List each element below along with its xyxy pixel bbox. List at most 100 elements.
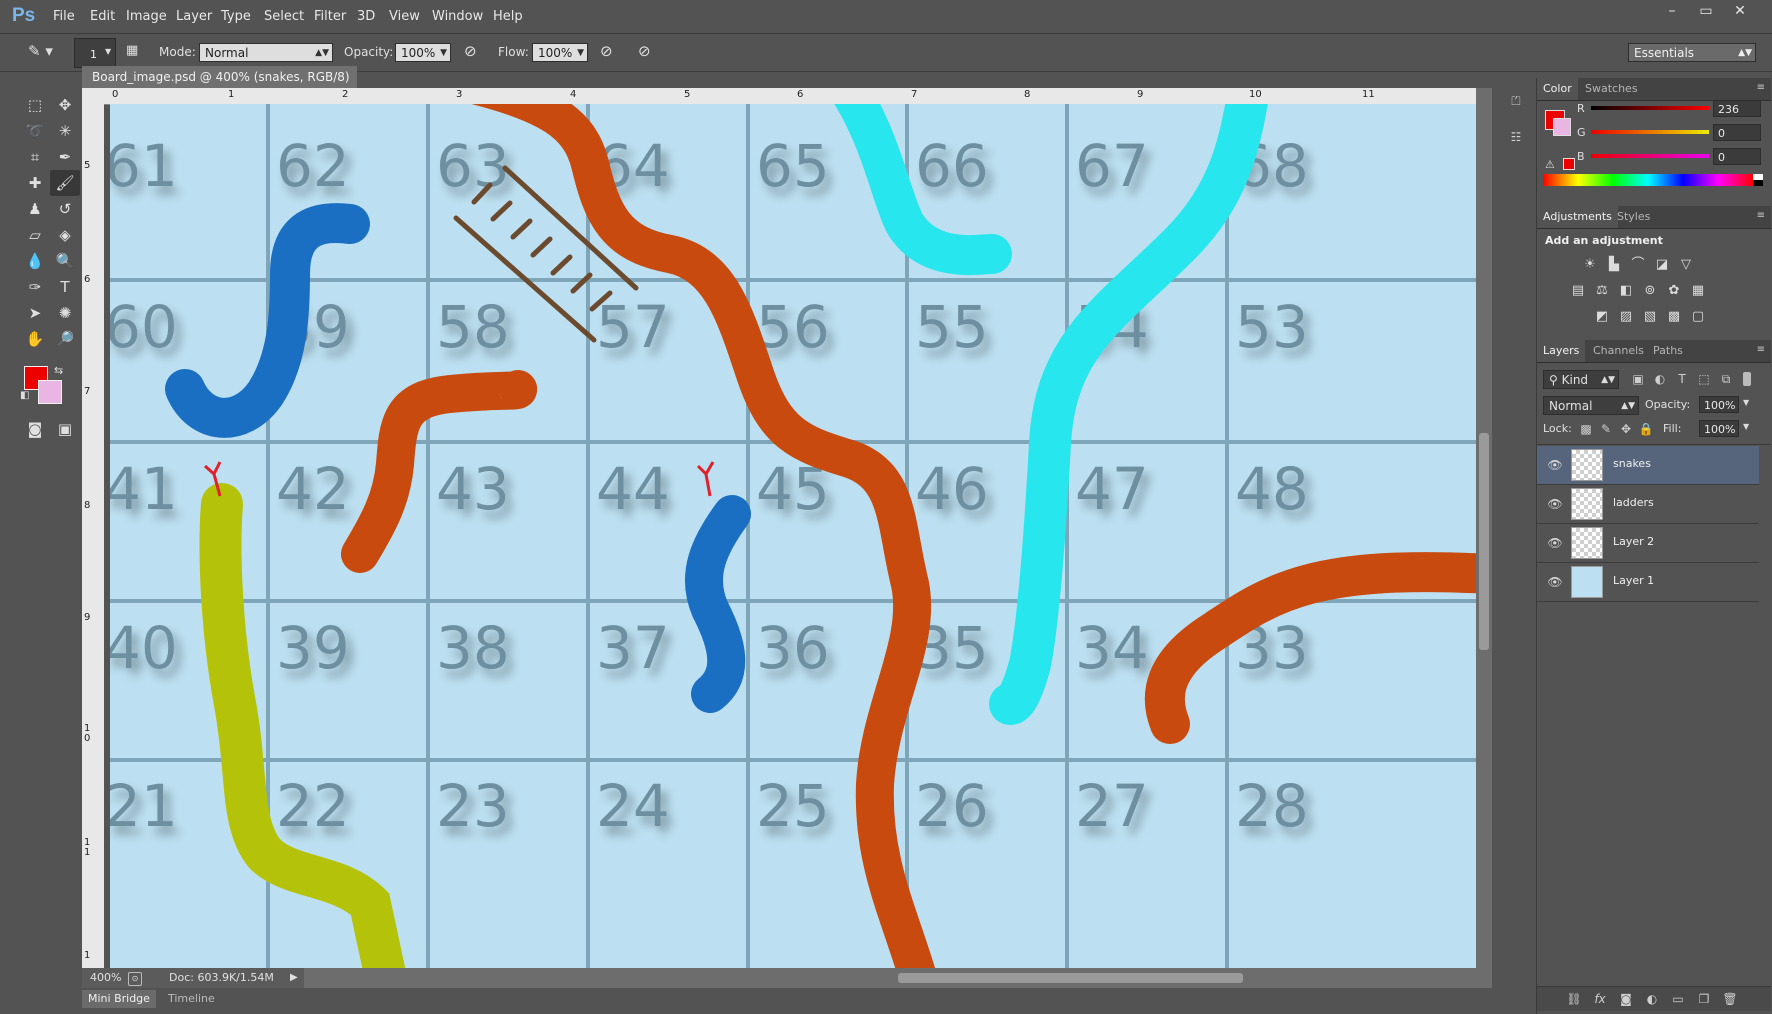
tab-channels[interactable]: Channels bbox=[1587, 340, 1650, 362]
zoom-tool-icon[interactable]: 🔎 bbox=[50, 326, 80, 352]
brush-panel-icon[interactable]: ▦ bbox=[126, 43, 144, 61]
zoom-level[interactable]: 400% bbox=[90, 968, 121, 988]
filter-shape-icon[interactable]: ⬚ bbox=[1695, 370, 1713, 388]
history-icon[interactable]: ⏍ bbox=[1507, 92, 1525, 110]
filter-adjustment-icon[interactable]: ◐ bbox=[1651, 370, 1669, 388]
path-selection-tool-icon[interactable]: ➤ bbox=[20, 300, 50, 326]
black-white-chip[interactable] bbox=[1753, 174, 1763, 186]
tab-mini-bridge[interactable]: Mini Bridge bbox=[82, 990, 156, 1008]
layer-name[interactable]: Layer 2 bbox=[1613, 535, 1654, 548]
filter-smart-object-icon[interactable]: ⧉ bbox=[1717, 370, 1735, 388]
pen-tool-icon[interactable]: ✑ bbox=[20, 274, 50, 300]
menu-file[interactable]: File bbox=[53, 0, 75, 33]
channel-g-value[interactable]: 0 bbox=[1713, 124, 1761, 141]
menu-edit[interactable]: Edit bbox=[90, 0, 115, 33]
hue-saturation-icon[interactable]: ▤ bbox=[1569, 282, 1587, 300]
filter-pixel-icon[interactable]: ▣ bbox=[1629, 370, 1647, 388]
opacity-field[interactable]: 100% ▼ bbox=[395, 43, 451, 62]
fill-value[interactable]: 100% bbox=[1699, 420, 1739, 437]
eye-icon[interactable]: 👁 bbox=[1547, 574, 1563, 590]
add-mask-icon[interactable]: ◙ bbox=[1617, 990, 1635, 1008]
crop-tool-icon[interactable]: ⌗ bbox=[20, 144, 50, 170]
hand-tool-icon[interactable]: ✋ bbox=[20, 326, 50, 352]
photo-filter-icon[interactable]: ⊚ bbox=[1641, 282, 1659, 300]
new-layer-icon[interactable]: ❐ bbox=[1695, 990, 1713, 1008]
pressure-opacity-icon[interactable]: ⊘ bbox=[464, 42, 484, 62]
layer-row-ladders[interactable]: 👁 ladders bbox=[1537, 485, 1759, 524]
workspace-select[interactable]: Essentials ▲▼ bbox=[1628, 43, 1756, 62]
blur-tool-icon[interactable]: 💧 bbox=[20, 248, 50, 274]
lock-position-icon[interactable]: ✥ bbox=[1617, 420, 1635, 438]
link-layers-icon[interactable]: ⛓ bbox=[1565, 990, 1583, 1008]
menu-type[interactable]: Type bbox=[221, 0, 251, 33]
layer-row-layer-1[interactable]: 👁 Layer 1 bbox=[1537, 563, 1759, 602]
lock-all-icon[interactable]: 🔒 bbox=[1637, 420, 1655, 438]
channel-b-slider[interactable] bbox=[1591, 154, 1709, 158]
horizontal-scroll-thumb[interactable] bbox=[898, 973, 1243, 983]
brush-size-picker[interactable]: 1 ▼ bbox=[74, 38, 116, 68]
lasso-tool-icon[interactable]: ➰ bbox=[20, 118, 50, 144]
screen-mode-icon[interactable]: ▣ bbox=[50, 416, 80, 442]
tab-color[interactable]: Color bbox=[1537, 78, 1578, 100]
eye-icon[interactable]: 👁 bbox=[1547, 457, 1563, 473]
doc-info-icon[interactable]: ⊙ bbox=[128, 972, 142, 986]
menu-select[interactable]: Select bbox=[264, 0, 304, 33]
channel-r-slider[interactable] bbox=[1591, 106, 1709, 110]
background-color-swatch[interactable] bbox=[38, 380, 62, 404]
vibrance-icon[interactable]: ▽ bbox=[1677, 256, 1695, 274]
layer-opacity-value[interactable]: 100% bbox=[1699, 396, 1739, 413]
tab-paths[interactable]: Paths bbox=[1647, 340, 1689, 362]
eraser-tool-icon[interactable]: ▱ bbox=[20, 222, 50, 248]
channel-r-value[interactable]: 236 bbox=[1713, 100, 1761, 117]
menu-image[interactable]: Image bbox=[126, 0, 167, 33]
history-brush-tool-icon[interactable]: ↺ bbox=[50, 196, 80, 222]
paint-bucket-tool-icon[interactable]: ◈ bbox=[50, 222, 80, 248]
menu-window[interactable]: Window bbox=[432, 0, 483, 33]
panel-menu-icon[interactable]: ≡ bbox=[1757, 82, 1765, 93]
close-window-button[interactable]: ✕ bbox=[1724, 2, 1756, 20]
layer-filter-select[interactable]: ⚲ Kind ▲▼ bbox=[1543, 370, 1619, 389]
gradient-map-icon[interactable]: ▩ bbox=[1665, 308, 1683, 326]
color-spectrum-bar[interactable] bbox=[1543, 174, 1753, 186]
new-adjustment-layer-icon[interactable]: ◐ bbox=[1643, 990, 1661, 1008]
pressure-size-icon[interactable]: ⊘ bbox=[638, 42, 658, 62]
layer-row-layer-2[interactable]: 👁 Layer 2 bbox=[1537, 524, 1759, 563]
type-tool-icon[interactable]: T bbox=[50, 274, 80, 300]
lock-transparency-icon[interactable]: ▩ bbox=[1577, 420, 1595, 438]
layer-row-snakes[interactable]: 👁 snakes bbox=[1537, 446, 1759, 485]
quick-mask-icon[interactable]: ◙ bbox=[20, 416, 50, 442]
eye-icon[interactable]: 👁 bbox=[1547, 535, 1563, 551]
horizontal-scrollbar[interactable] bbox=[304, 968, 1492, 988]
minimize-button[interactable]: – bbox=[1656, 2, 1688, 20]
layer-name[interactable]: snakes bbox=[1613, 457, 1651, 470]
curves-icon[interactable]: ⌒ bbox=[1629, 256, 1647, 274]
invert-icon[interactable]: ◩ bbox=[1593, 308, 1611, 326]
color-balance-icon[interactable]: ⚖ bbox=[1593, 282, 1611, 300]
lock-pixels-icon[interactable]: ✎ bbox=[1597, 420, 1615, 438]
exposure-icon[interactable]: ◪ bbox=[1653, 256, 1671, 274]
chevron-down-icon[interactable]: ▼ bbox=[1743, 422, 1749, 431]
dodge-tool-icon[interactable]: 🔍 bbox=[50, 248, 80, 274]
channel-g-slider[interactable] bbox=[1591, 130, 1709, 134]
tab-swatches[interactable]: Swatches bbox=[1579, 78, 1644, 100]
marquee-tool-icon[interactable]: ⬚ bbox=[20, 92, 50, 118]
status-menu-arrow-icon[interactable]: ▶ bbox=[290, 968, 298, 988]
clone-stamp-tool-icon[interactable]: ♟ bbox=[20, 196, 50, 222]
layer-name[interactable]: Layer 1 bbox=[1613, 574, 1654, 587]
move-tool-icon[interactable]: ✥ bbox=[50, 92, 80, 118]
tab-adjustments[interactable]: Adjustments bbox=[1537, 206, 1618, 228]
tab-timeline[interactable]: Timeline bbox=[162, 990, 221, 1008]
selective-color-icon[interactable]: ▢ bbox=[1689, 308, 1707, 326]
menu-view[interactable]: View bbox=[389, 0, 420, 33]
tab-layers[interactable]: Layers bbox=[1537, 340, 1586, 362]
maximize-button[interactable]: ▭ bbox=[1690, 2, 1722, 20]
gamut-color-chip[interactable] bbox=[1563, 158, 1575, 170]
posterize-icon[interactable]: ▨ bbox=[1617, 308, 1635, 326]
layer-name[interactable]: ladders bbox=[1613, 496, 1654, 509]
vertical-scrollbar[interactable] bbox=[1476, 88, 1492, 968]
properties-icon[interactable]: ☷ bbox=[1507, 128, 1525, 146]
chevron-down-icon[interactable]: ▼ bbox=[1743, 398, 1749, 407]
menu-3d[interactable]: 3D bbox=[357, 0, 375, 33]
color-background-swatch[interactable] bbox=[1553, 118, 1571, 136]
swap-colors-icon[interactable]: ⇆ bbox=[54, 364, 63, 377]
